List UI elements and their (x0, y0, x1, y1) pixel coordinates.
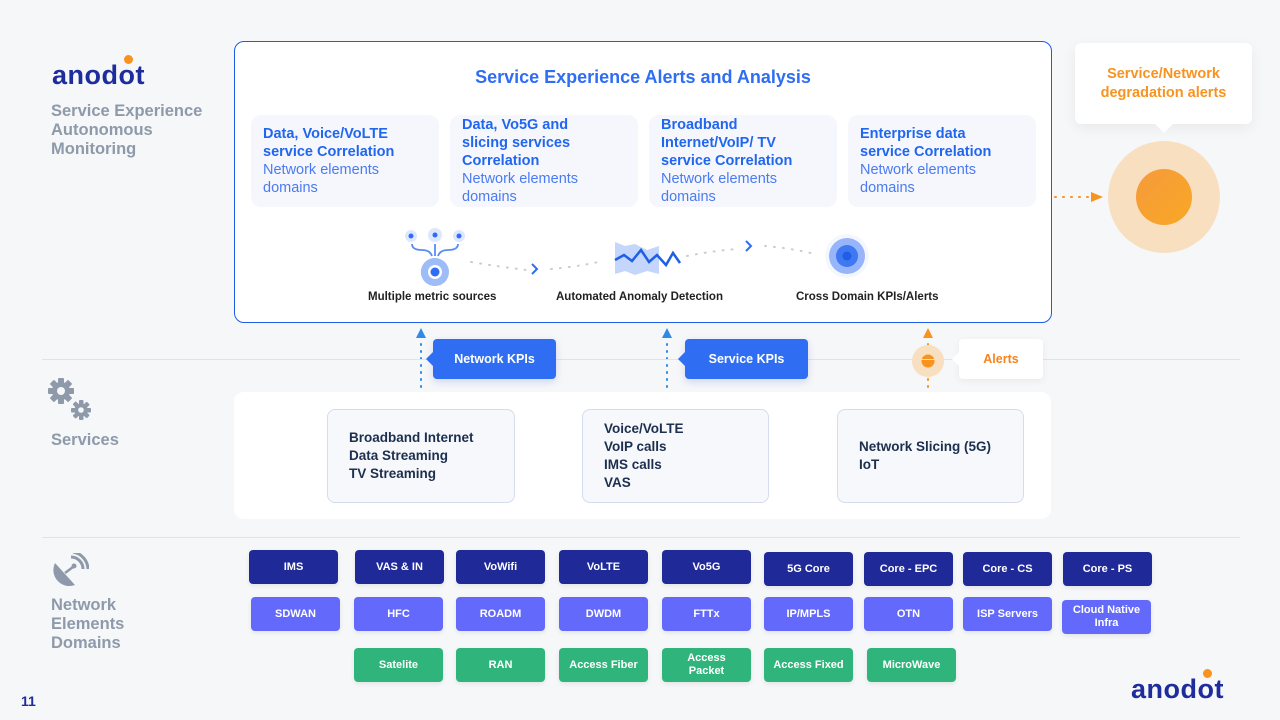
domain-chip-core: 5G Core (764, 552, 853, 586)
service-group: Broadband Internet Data Streaming TV Str… (327, 409, 515, 503)
domain-chip-transport: DWDM (559, 597, 648, 631)
domain-chip-transport: ISP Servers (963, 597, 1052, 631)
arrow-head-icon (1091, 192, 1103, 202)
network-label-line: Domains (51, 634, 121, 652)
domain-chip-access: MicroWave (867, 648, 956, 682)
domain-chip-core: Vo5G (662, 550, 751, 584)
service-item: Data Streaming (349, 448, 449, 463)
domain-chip-access: Satelite (354, 648, 443, 682)
anodot-logo-footer: anodo t (1131, 669, 1224, 705)
services-label: Services (51, 431, 119, 449)
logo-suffix: t (1214, 674, 1224, 704)
network-label-line: Elements (51, 615, 125, 633)
domain-chip-access: Access Fixed (764, 648, 853, 682)
service-item: VoIP calls (604, 439, 667, 454)
alerts-tag: Alerts (952, 339, 1043, 379)
domain-chip-access: Access Packet (662, 648, 751, 682)
service-group: Voice/VoLTE VoIP calls IMS calls VAS (582, 409, 769, 503)
service-item: VAS (604, 475, 631, 490)
domain-chip-transport: Cloud Native Infra (1062, 600, 1151, 634)
domain-chip-core: VoWifi (456, 550, 545, 584)
arrow-head-icon (923, 328, 933, 338)
domain-chip-transport: IP/MPLS (764, 597, 853, 631)
logo-dot-icon: o (1198, 669, 1215, 705)
service-item: IoT (859, 457, 880, 472)
domain-chip-transport: SDWAN (251, 597, 340, 631)
domain-chip-core: VoLTE (559, 550, 648, 584)
domain-chip-transport: HFC (354, 597, 443, 631)
service-item: Broadband Internet (349, 430, 474, 445)
domain-chip-access: RAN (456, 648, 545, 682)
section-divider (42, 537, 1240, 538)
domain-chip-core: Core - PS (1063, 552, 1152, 586)
service-kpis-tag: Service KPIs (678, 339, 808, 379)
arrow-head-icon (662, 328, 672, 338)
service-item: IMS calls (604, 457, 662, 472)
arrow-head-icon (416, 328, 426, 338)
domain-chip-core: VAS & IN (355, 550, 444, 584)
domain-chip-core: Core - EPC (864, 552, 953, 586)
page-number: 11 (21, 693, 36, 709)
service-group: Network Slicing (5G) IoT (837, 409, 1024, 503)
domain-chip-core: IMS (249, 550, 338, 584)
domain-chip-core: Core - CS (963, 552, 1052, 586)
domain-chip-access: Access Fiber (559, 648, 648, 682)
logo-text: anod (1131, 674, 1198, 704)
satellite-dish-icon (53, 553, 89, 587)
network-elements-label: Network Elements Domains (51, 596, 124, 653)
service-item: Network Slicing (5G) (859, 439, 992, 454)
gears-icon (48, 378, 91, 420)
service-item: Voice/VoLTE (604, 421, 684, 436)
domain-chip-transport: FTTx (662, 597, 751, 631)
domain-chip-transport: ROADM (456, 597, 545, 631)
service-item: TV Streaming (349, 466, 437, 481)
section-divider (42, 359, 1240, 360)
network-kpis-tag: Network KPIs (426, 339, 556, 379)
domain-chip-transport: OTN (864, 597, 953, 631)
network-label-line: Network (51, 596, 117, 614)
